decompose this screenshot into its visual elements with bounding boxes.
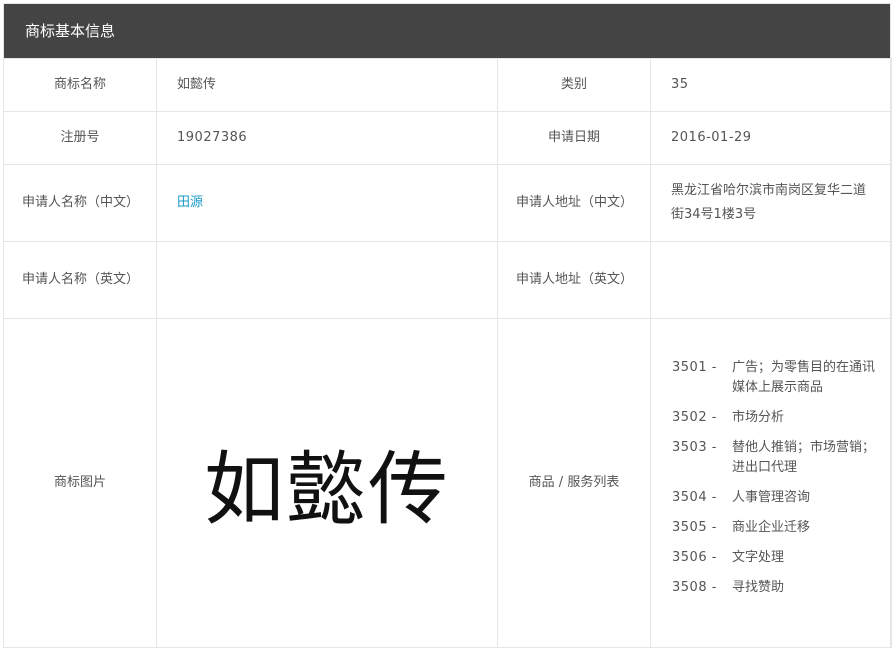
- applicant-cn-cell: 田源: [156, 164, 498, 242]
- service-code: 3501 -: [672, 360, 717, 375]
- service-name: 替他人推销；市场营销；进出口代理: [732, 440, 876, 475]
- panel-title: 商标基本信息: [4, 4, 890, 58]
- list-item: 3503 - 替他人推销；市场营销；进出口代理: [672, 438, 876, 478]
- applicant-en-value: [156, 241, 498, 319]
- table-row: 申请人名称（英文） 申请人地址（英文）: [3, 241, 892, 319]
- service-code: 3504 -: [672, 490, 717, 505]
- services-cell: 3501 - 广告；为零售目的在通讯媒体上展示商品 3502 - 市场分析 3503…: [650, 318, 892, 648]
- trademark-image: 如懿传: [204, 443, 450, 536]
- table-row: 申请人名称（中文） 田源 申请人地址（中文） 黑龙江省哈尔滨市南岗区复华二道街3…: [3, 164, 892, 242]
- list-item: 3506 - 文字处理: [672, 548, 876, 568]
- trademark-info-table: 商标名称 如懿传 类别 35 注册号 19027386 申请日期 2016-01…: [3, 58, 892, 648]
- applicant-cn-label: 申请人名称（中文）: [3, 164, 157, 242]
- service-code: 3506 -: [672, 550, 717, 565]
- service-code: 3502 -: [672, 410, 717, 425]
- tm-image-label: 商标图片: [3, 318, 157, 648]
- class-value: 35: [650, 58, 892, 112]
- service-code: 3505 -: [672, 520, 717, 535]
- applicant-cn-link[interactable]: 田源: [177, 195, 203, 210]
- service-name: 市场分析: [732, 410, 785, 425]
- applicant-en-label: 申请人名称（英文）: [3, 241, 157, 319]
- service-name: 商业企业迁移: [732, 520, 811, 535]
- service-code: 3508 -: [672, 580, 717, 595]
- list-item: 3505 - 商业企业迁移: [672, 518, 876, 538]
- address-cn-label: 申请人地址（中文）: [497, 164, 651, 242]
- tm-name-value: 如懿传: [156, 58, 498, 112]
- tm-name-label: 商标名称: [3, 58, 157, 112]
- services-label: 商品 / 服务列表: [497, 318, 651, 648]
- list-item: 3502 - 市场分析: [672, 408, 876, 428]
- trademark-info-panel: 商标基本信息 商标名称 如懿传 类别 35 注册号 19027386 申请日期 …: [3, 3, 892, 648]
- list-item: 3504 - 人事管理咨询: [672, 488, 876, 508]
- class-label: 类别: [497, 58, 651, 112]
- reg-no-value: 19027386: [156, 111, 498, 165]
- address-en-label: 申请人地址（英文）: [497, 241, 651, 319]
- table-row: 注册号 19027386 申请日期 2016-01-29: [3, 111, 892, 165]
- service-name: 寻找赞助: [732, 580, 785, 595]
- list-item: 3508 - 寻找赞助: [672, 578, 876, 598]
- list-item: 3501 - 广告；为零售目的在通讯媒体上展示商品: [672, 358, 876, 398]
- service-name: 人事管理咨询: [732, 490, 811, 505]
- service-name: 文字处理: [732, 550, 785, 565]
- services-list: 3501 - 广告；为零售目的在通讯媒体上展示商品 3502 - 市场分析 3503…: [652, 358, 890, 598]
- apply-date-label: 申请日期: [497, 111, 651, 165]
- tm-image-cell: 如懿传: [156, 318, 498, 648]
- address-cn-value: 黑龙江省哈尔滨市南岗区复华二道街34号1楼3号: [650, 164, 892, 242]
- reg-no-label: 注册号: [3, 111, 157, 165]
- table-row: 商标名称 如懿传 类别 35: [3, 58, 892, 112]
- address-en-value: [650, 241, 892, 319]
- apply-date-value: 2016-01-29: [650, 111, 892, 165]
- service-name: 广告；为零售目的在通讯媒体上展示商品: [732, 360, 876, 395]
- service-code: 3503 -: [672, 440, 717, 455]
- table-row: 商标图片 如懿传 商品 / 服务列表 3501 - 广告；为零售目的在通讯媒体上展…: [3, 318, 892, 648]
